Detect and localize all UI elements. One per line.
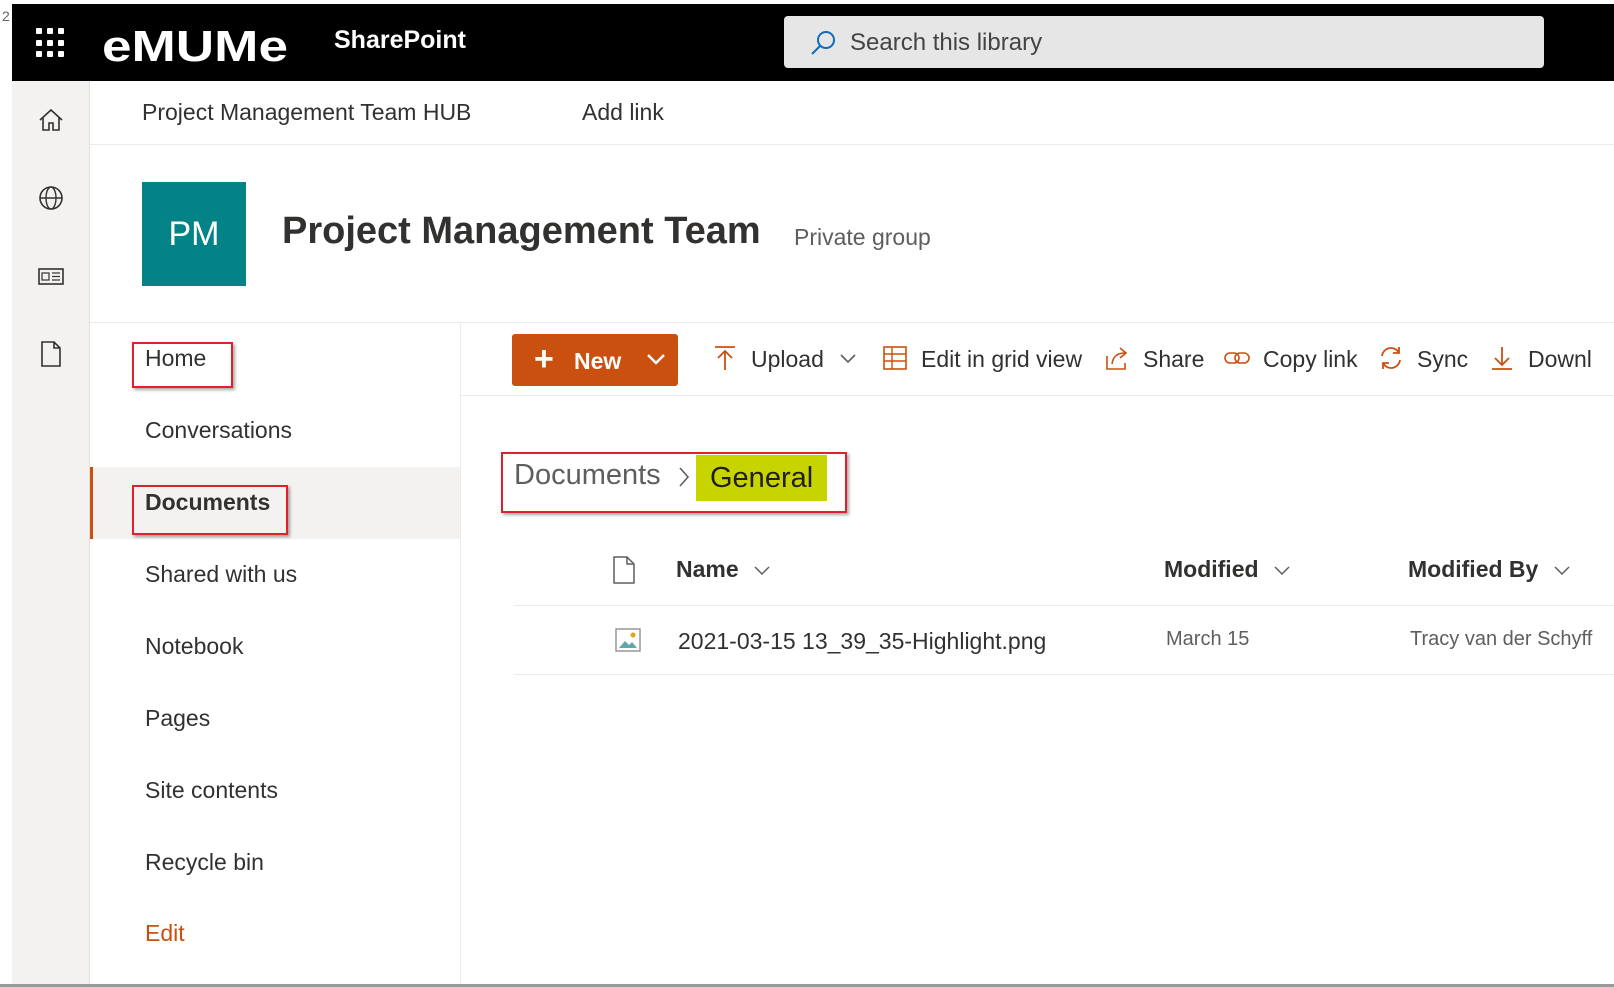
- product-name[interactable]: SharePoint: [334, 26, 466, 55]
- column-header-label: Name: [676, 556, 739, 582]
- chevron-down-icon: [1274, 566, 1290, 575]
- nav-item-label: Shared with us: [145, 561, 298, 587]
- share-label: Share: [1143, 346, 1205, 372]
- suite-bar: eMUMe SharePoint Search this library: [12, 4, 1614, 81]
- breadcrumb-documents[interactable]: Documents: [514, 459, 661, 492]
- download-button[interactable]: Downl: [1488, 339, 1614, 379]
- file-type-icon[interactable]: [612, 556, 636, 584]
- hub-navigation: Project Management Team HUB Add link: [90, 81, 1614, 145]
- app-launcher-icon[interactable]: [36, 28, 66, 58]
- nav-item-label: Conversations: [145, 417, 293, 443]
- copy-link-label: Copy link: [1263, 346, 1358, 372]
- upload-button[interactable]: Upload: [711, 339, 863, 379]
- share-button[interactable]: Share: [1103, 339, 1207, 379]
- sync-label: Sync: [1417, 346, 1469, 372]
- brand-logo-text: eMUMe: [102, 22, 288, 70]
- download-label: Downl: [1528, 346, 1592, 372]
- nav-edit-link[interactable]: Edit: [90, 898, 460, 970]
- chevron-down-icon: [1554, 566, 1570, 575]
- file-modified-date: March 15: [1166, 628, 1250, 650]
- image-file-icon: [615, 628, 641, 652]
- column-header-modified[interactable]: Modified: [1164, 556, 1291, 583]
- site-left-navigation: Home Conversations Documents Shared with…: [90, 323, 461, 984]
- stray-text: 2: [2, 8, 10, 24]
- list-row-divider: [514, 674, 1614, 675]
- add-link-button[interactable]: Add link: [582, 99, 664, 126]
- link-icon: [1224, 352, 1250, 364]
- nav-item-label: Documents: [145, 489, 271, 515]
- file-name-link[interactable]: 2021-03-15 13_39_35-Highlight.png: [678, 628, 1046, 655]
- search-box[interactable]: Search this library: [784, 16, 1544, 68]
- site-logo[interactable]: PM: [142, 182, 246, 286]
- grid-icon: [883, 346, 907, 370]
- share-icon: [1106, 347, 1128, 370]
- nav-item-pages[interactable]: Pages: [90, 683, 460, 755]
- nav-item-label: Site contents: [145, 777, 278, 803]
- edit-grid-view-label: Edit in grid view: [921, 346, 1083, 372]
- hub-site-link[interactable]: Project Management Team HUB: [142, 99, 471, 126]
- brand-logo[interactable]: eMUMe: [102, 18, 292, 70]
- chevron-down-icon: [754, 566, 770, 575]
- nav-item-site-contents[interactable]: Site contents: [90, 755, 460, 827]
- edit-grid-view-button[interactable]: Edit in grid view: [881, 339, 1091, 379]
- sync-icon: [1381, 347, 1401, 369]
- new-button-label: New: [574, 348, 622, 374]
- chevron-down-icon: [647, 354, 665, 365]
- nav-item-home[interactable]: Home: [90, 323, 460, 395]
- nav-item-label: Recycle bin: [145, 849, 264, 875]
- search-icon: [811, 31, 835, 55]
- nav-item-documents[interactable]: Documents: [90, 467, 460, 539]
- chevron-right-icon: [679, 467, 690, 487]
- nav-item-label: Pages: [145, 705, 211, 731]
- site-privacy-label: Private group: [794, 224, 931, 250]
- sync-button[interactable]: Sync: [1377, 339, 1469, 379]
- globe-icon[interactable]: [36, 183, 66, 213]
- nav-item-recycle-bin[interactable]: Recycle bin: [90, 827, 460, 899]
- nav-item-shared-with-us[interactable]: Shared with us: [90, 539, 460, 611]
- home-icon[interactable]: [36, 105, 66, 135]
- new-button[interactable]: + New: [512, 334, 678, 386]
- document-icon[interactable]: [36, 339, 66, 369]
- copy-link-button[interactable]: Copy link: [1223, 339, 1363, 379]
- column-header-label: Modified By: [1408, 556, 1539, 582]
- search-input[interactable]: Search this library: [850, 29, 1042, 57]
- column-header-label: Modified: [1164, 556, 1259, 582]
- news-icon[interactable]: [36, 261, 66, 291]
- download-icon: [1492, 347, 1512, 370]
- chevron-down-icon: [840, 354, 856, 364]
- upload-label: Upload: [751, 346, 824, 372]
- app-rail: [12, 81, 90, 984]
- page-edge: [0, 0, 12, 987]
- upload-icon: [715, 346, 735, 370]
- nav-item-notebook[interactable]: Notebook: [90, 611, 460, 683]
- file-modified-by[interactable]: Tracy van der Schyff: [1410, 628, 1592, 651]
- column-header-modified-by[interactable]: Modified By: [1408, 556, 1571, 583]
- nav-item-label: Notebook: [145, 633, 244, 659]
- site-title[interactable]: Project Management Team: [282, 210, 761, 253]
- nav-item-conversations[interactable]: Conversations: [90, 395, 460, 467]
- command-bar: + New Upload Edit in grid view Share Cop…: [461, 323, 1614, 396]
- table-row[interactable]: 2021-03-15 13_39_35-Highlight.png March …: [514, 606, 1614, 674]
- nav-item-label: Home: [145, 345, 207, 371]
- breadcrumb-current-folder[interactable]: General: [696, 455, 828, 501]
- column-header-name[interactable]: Name: [676, 556, 771, 583]
- plus-icon: +: [534, 340, 554, 378]
- nav-item-label: Edit: [145, 920, 185, 946]
